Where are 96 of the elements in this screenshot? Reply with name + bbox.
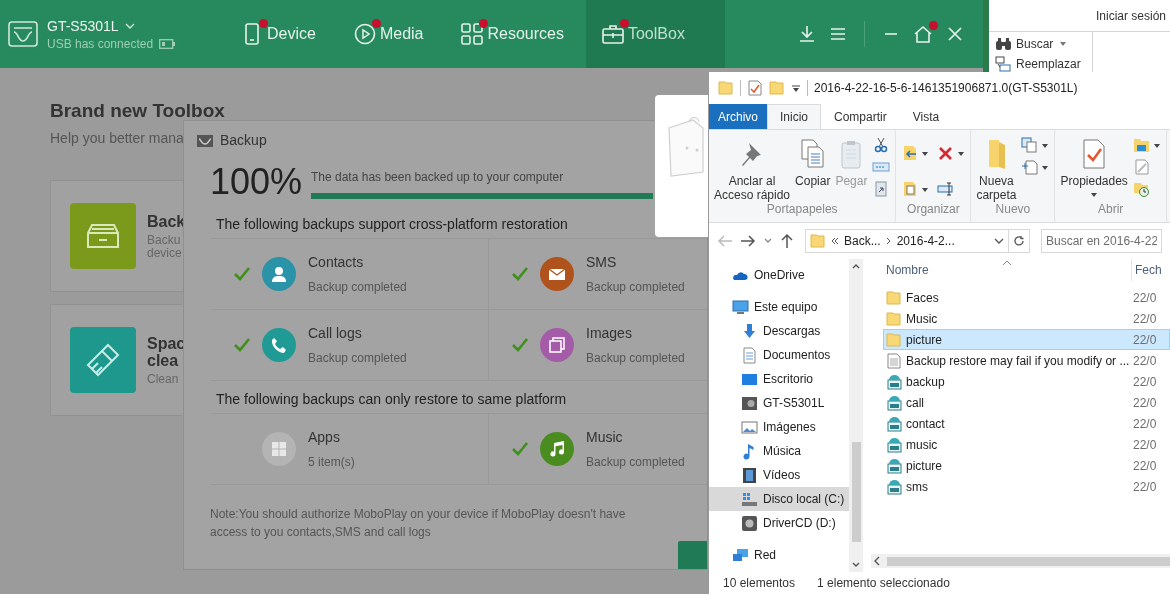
file-row[interactable]: music 22/0 bbox=[883, 434, 1170, 455]
window-title: 2016-4-22-16-5-6-1461351906871.0(GT-S5301L) bbox=[814, 81, 1078, 95]
file-name: backup bbox=[906, 374, 945, 389]
dialog-title: Backup bbox=[220, 132, 267, 148]
file-name: Faces bbox=[906, 290, 939, 305]
date-cell-text: 22/0 bbox=[1132, 311, 1157, 326]
card-title: Spac clea bbox=[147, 334, 186, 369]
file-name: picture bbox=[906, 458, 943, 473]
date-cell-text: 22/0 bbox=[1132, 374, 1157, 389]
nav-item[interactable]: Vídeos bbox=[709, 463, 849, 487]
date-cell-text: 22/0 bbox=[1132, 479, 1157, 494]
file-row[interactable]: Music 22/0 bbox=[883, 308, 1170, 329]
nav-item[interactable]: Escritorio bbox=[709, 367, 849, 391]
status-text: 10 elementos bbox=[723, 576, 796, 590]
ribbon-command[interactable]: Propiedades bbox=[1060, 134, 1128, 202]
group-label: Portapapeles bbox=[765, 202, 839, 218]
ribbon-command[interactable]: Copiar bbox=[795, 134, 831, 202]
item-name: Contacts bbox=[308, 254, 365, 270]
ribbon-command[interactable]: Reemplazar bbox=[995, 56, 1092, 72]
progress-percent: 100% bbox=[210, 163, 304, 201]
item-status: Backup completed bbox=[586, 280, 685, 294]
file-name: music bbox=[906, 437, 938, 452]
sign-in-link[interactable]: Iniciar sesión bbox=[1095, 8, 1166, 23]
ribbon-tab[interactable]: Inicio bbox=[767, 104, 822, 129]
ribbon-tab[interactable]: Vista bbox=[899, 104, 953, 129]
ribbon-command[interactable]: Anclar al Acceso rápido bbox=[714, 134, 791, 202]
item-status: 5 item(s) bbox=[308, 455, 355, 469]
file-name: contact bbox=[906, 416, 945, 431]
nav-item[interactable]: Este equipo bbox=[709, 295, 849, 319]
date-cell-text: 22/0 bbox=[1132, 437, 1157, 452]
section-heading: The following backups can only restore to same platform bbox=[215, 391, 568, 409]
file-menu-tab[interactable]: Archivo bbox=[709, 104, 767, 129]
ribbon-command[interactable]: Buscar bbox=[995, 36, 1092, 52]
date-cell-text: 22/0 bbox=[1132, 458, 1157, 473]
file-row[interactable]: call 22/0 bbox=[883, 392, 1170, 413]
file-row[interactable]: picture 22/0 bbox=[883, 455, 1170, 476]
tab[interactable]: Device bbox=[225, 0, 332, 68]
item-status: Backup completed bbox=[586, 455, 685, 469]
file-row[interactable]: Backup restore may fail if you modify or ... 22/0 bbox=[883, 350, 1170, 371]
search-field[interactable]: Buscar en 2016-4-22 bbox=[1041, 229, 1162, 253]
nav-item[interactable]: Imágenes bbox=[709, 415, 849, 439]
item-status: Backup completed bbox=[308, 351, 407, 365]
progress-message: The data has been backed up to your computer bbox=[311, 170, 565, 184]
date-cell-text: 22/0 bbox=[1132, 332, 1157, 347]
file-row[interactable]: backup 22/0 bbox=[883, 371, 1170, 392]
nav-item[interactable]: DriverCD (D:) bbox=[709, 511, 849, 535]
item-status: Backup completed bbox=[586, 351, 685, 365]
tab[interactable]: Resources bbox=[445, 0, 580, 68]
breadcrumb[interactable]: Back... bbox=[844, 234, 881, 248]
date-cell-text: 22/0 bbox=[1132, 416, 1157, 431]
file-name: picture bbox=[906, 332, 943, 347]
device-name: GT-S5301L bbox=[47, 17, 119, 34]
file-name: sms bbox=[906, 479, 928, 494]
page-title: Brand new Toolbox bbox=[50, 102, 225, 119]
column-header[interactable]: Nombre bbox=[871, 259, 1131, 281]
nav-item[interactable]: Música bbox=[709, 439, 849, 463]
item-name: Apps bbox=[308, 429, 341, 445]
file-row[interactable]: contact 22/0 bbox=[883, 413, 1170, 434]
nav-item[interactable]: GT-S5301L bbox=[709, 391, 849, 415]
item-name: Call logs bbox=[308, 325, 363, 341]
group-label: Organizar bbox=[906, 202, 961, 218]
column-header[interactable]: Fech bbox=[1131, 259, 1162, 281]
item-status: Backup completed bbox=[308, 280, 407, 294]
group-label: Abrir bbox=[1097, 202, 1125, 218]
breadcrumb[interactable]: 2016-4-2... bbox=[896, 234, 955, 248]
card-title: Back bbox=[147, 212, 186, 230]
card-description: Backu device bbox=[147, 233, 183, 260]
card-description: Clean bbox=[147, 372, 180, 386]
address-bar[interactable]: Back... 2016-4-2... bbox=[805, 229, 1009, 253]
file-name: Backup restore may fail if you modify or ... bbox=[906, 353, 1130, 368]
page-subtitle: Help you better mana bbox=[50, 130, 184, 146]
item-name: Music bbox=[586, 429, 624, 445]
tab[interactable]: ToolBox bbox=[585, 0, 725, 68]
section-heading: The following backups support cross-platform restoration bbox=[215, 216, 569, 234]
status-text: 1 elemento seleccionado bbox=[817, 576, 950, 590]
nav-item[interactable]: OneDrive bbox=[709, 263, 849, 287]
date-cell-text: 22/0 bbox=[1132, 395, 1157, 410]
ribbon-tab[interactable]: Compartir bbox=[821, 104, 900, 129]
nav-item[interactable]: Descargas bbox=[709, 319, 849, 343]
item-name: SMS bbox=[586, 254, 618, 270]
nav-item[interactable]: Red bbox=[709, 543, 849, 567]
nav-item[interactable]: Documentos bbox=[709, 343, 849, 367]
connection-status: USB has connected bbox=[47, 36, 154, 51]
date-cell-text: 22/0 bbox=[1132, 290, 1157, 305]
file-name: Music bbox=[906, 311, 938, 326]
item-name: Images bbox=[586, 325, 633, 341]
tab[interactable]: Media bbox=[337, 0, 440, 68]
date-cell-text: 22/0 bbox=[1132, 353, 1157, 368]
file-row[interactable]: sms 22/0 bbox=[883, 476, 1170, 497]
nav-item[interactable]: Disco local (C:) bbox=[709, 487, 849, 511]
file-name: call bbox=[906, 395, 924, 410]
group-label: Nuevo bbox=[994, 202, 1032, 218]
file-row[interactable]: Faces 22/0 bbox=[883, 287, 1170, 308]
file-row[interactable]: picture 22/0 bbox=[883, 329, 1170, 350]
note-text: Note:You should authorize MoboPlay on your device if MoboPlay doesn't have access to you contacts,SMS and call logs bbox=[210, 506, 627, 541]
ribbon-command[interactable]: Nueva carpeta bbox=[976, 134, 1017, 202]
